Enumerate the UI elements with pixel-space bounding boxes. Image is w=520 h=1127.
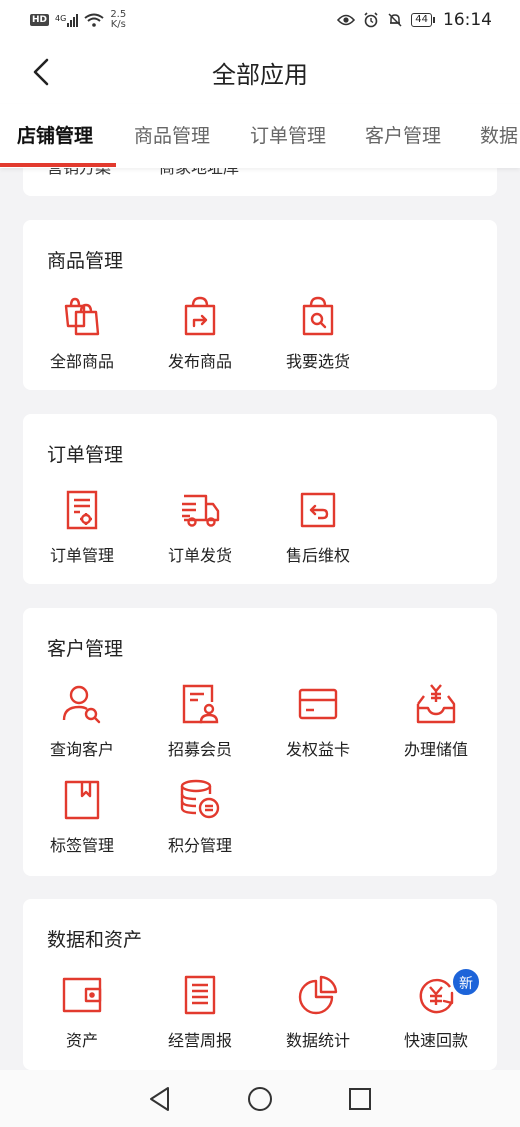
app-order-management[interactable]: 订单管理 [23,488,141,566]
eye-icon [337,14,356,26]
tab-data[interactable]: 数据 [480,104,518,168]
section-orders: 订单管理 订单管理 订单发货 售后维权 [23,414,497,584]
bag-share-icon [184,296,216,336]
chevron-left-icon [33,58,49,86]
back-button[interactable] [26,54,56,90]
section-data-assets: 数据和资产 资产 经营周报 数据统计 快速回款 新 [23,899,497,1070]
shopping-bags-icon [64,297,100,336]
return-box-icon [300,492,336,528]
clock: 16:14 [443,10,492,30]
app-select-goods[interactable]: 我要选货 [259,294,377,372]
section-customers: 客户管理 查询客户 招募会员 发权益卡 办理储值 标签管理 积分管理 [23,608,497,876]
tab-products[interactable]: 商品管理 [134,104,210,168]
tab-orders[interactable]: 订单管理 [250,104,326,168]
net-speed: 2.5 K/s [110,9,127,30]
delivery-truck-icon [182,494,220,527]
mute-bell-icon [388,13,402,27]
nav-recents-button[interactable] [340,1079,380,1119]
alarm-icon [364,12,378,28]
app-stored-value[interactable]: 办理储值 [377,682,495,760]
app-recruit-member[interactable]: 招募会员 [141,682,259,760]
triangle-back-icon [150,1086,169,1111]
section-title: 订单管理 [47,444,124,466]
app-assets[interactable]: 资产 [23,973,141,1051]
app-issue-benefit-card[interactable]: 发权益卡 [259,682,377,760]
pie-chart-icon [298,975,338,1015]
app-tag-management[interactable]: 标签管理 [23,778,141,856]
hd-indicator: HD [30,14,50,26]
app-publish-product[interactable]: 发布商品 [141,294,259,372]
active-tab-indicator [0,163,116,167]
app-after-sales[interactable]: 售后维权 [259,488,377,566]
inbox-yuan-icon [416,684,456,724]
page-title: 全部应用 [212,60,308,89]
coins-stack-icon [180,779,220,819]
member-card-icon [182,684,219,724]
status-bar: HD 4G 2.5 K/s 44 16:14 [0,0,520,40]
bookmark-book-icon [64,780,100,820]
wallet-icon [62,977,102,1013]
app-order-shipping[interactable]: 订单发货 [141,488,259,566]
app-weekly-report[interactable]: 经营周报 [141,973,259,1051]
signal-icon: 4G [55,13,79,27]
app-header: 全部应用 [0,40,520,104]
section-title: 商品管理 [47,250,124,272]
bag-search-icon [302,296,334,336]
app-data-statistics[interactable]: 数据统计 [259,973,377,1051]
section-products: 商品管理 全部商品 发布商品 我要选货 [23,220,497,390]
category-tabs: 店铺管理 商品管理 订单管理 客户管理 数据 [0,104,520,168]
battery-icon: 44 [411,13,435,27]
section-title: 客户管理 [47,638,124,660]
nav-home-button[interactable] [240,1079,280,1119]
app-fast-payback[interactable]: 快速回款 新 [377,967,495,1051]
circle-home-icon [248,1086,272,1111]
card-icon [298,688,338,720]
app-all-products[interactable]: 全部商品 [23,294,141,372]
tab-customers[interactable]: 客户管理 [365,104,441,168]
section-title: 数据和资产 [47,929,143,951]
nav-back-button[interactable] [140,1079,180,1119]
tab-store[interactable]: 店铺管理 [17,104,93,168]
app-query-customer[interactable]: 查询客户 [23,682,141,760]
network-type: 4G [55,13,67,23]
square-recents-icon [349,1087,371,1110]
app-points-management[interactable]: 积分管理 [141,778,259,856]
report-icon [184,975,216,1015]
wifi-icon [84,13,104,27]
new-badge: 新 [451,967,481,997]
document-gear-icon [66,490,98,530]
user-search-icon [62,685,101,724]
system-nav-bar [0,1070,520,1127]
